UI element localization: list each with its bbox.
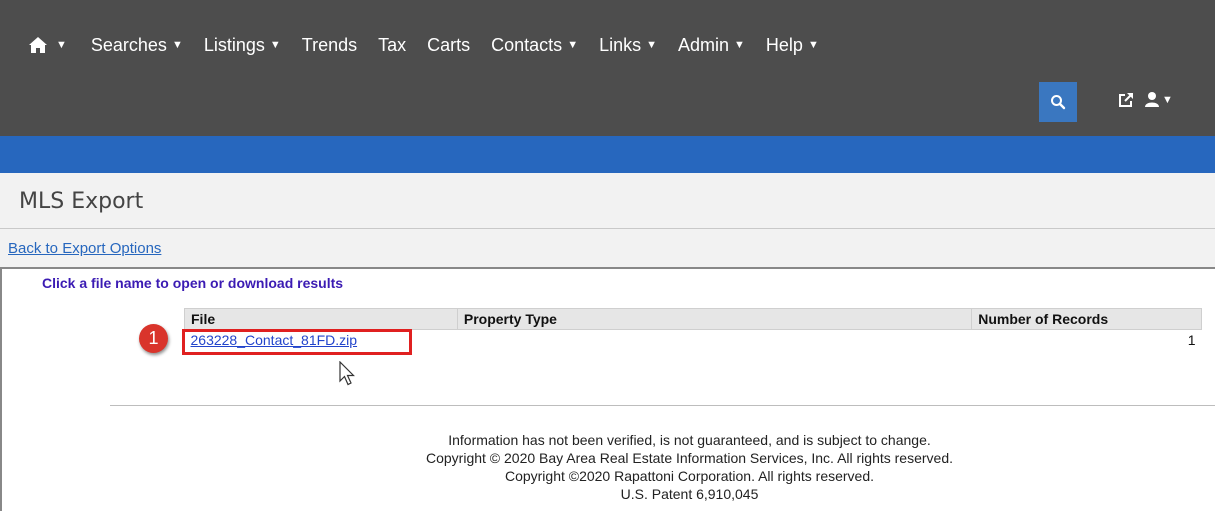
footer-copyright-rapattoni: Copyright ©2020 Rapattoni Corporation. A…: [504, 468, 875, 484]
column-header-records: Number of Records: [971, 308, 1202, 330]
chevron-down-icon: ▼: [734, 39, 745, 51]
nav-contacts-label: Contacts: [491, 34, 563, 55]
user-menu[interactable]: ▼: [1144, 91, 1173, 108]
accent-bar: [0, 136, 1215, 173]
footer-disclaimer: Information has not been verified, is no…: [448, 432, 931, 448]
search-icon: [1051, 95, 1066, 110]
nav-links[interactable]: Links ▼: [599, 35, 657, 56]
footer-divider: [110, 405, 1215, 406]
nav-links-label: Links: [599, 34, 642, 55]
main-nav: ▼ Searches ▼ Listings ▼ Trends Tax Carts C…: [28, 26, 840, 64]
chevron-down-icon: ▼: [56, 39, 67, 51]
column-header-property-type: Property Type: [456, 308, 973, 330]
back-to-export-options-link[interactable]: Back to Export Options: [8, 240, 161, 257]
nav-listings-label: Listings: [203, 34, 265, 55]
home-icon: [29, 37, 47, 53]
nav-tax[interactable]: Tax: [378, 35, 406, 56]
nav-tax-label: Tax: [378, 34, 407, 55]
nav-carts-label: Carts: [427, 34, 471, 55]
page-header: MLS Export: [0, 173, 1215, 229]
nav-admin-label: Admin: [678, 34, 730, 55]
chevron-down-icon: ▼: [269, 39, 281, 51]
footer: Information has not been verified, is no…: [2, 431, 1215, 503]
chevron-down-icon: ▼: [646, 39, 657, 51]
nav-trends[interactable]: Trends: [302, 35, 357, 56]
chevron-down-icon: ▼: [171, 39, 183, 51]
chevron-down-icon: ▼: [1162, 93, 1173, 106]
nav-admin[interactable]: Admin ▼: [678, 35, 745, 56]
nav-searches[interactable]: Searches ▼: [91, 35, 183, 56]
table-header-row: File Property Type Number of Records: [184, 308, 1202, 330]
nav-help[interactable]: Help ▼: [766, 35, 819, 56]
nav-searches-label: Searches: [90, 34, 167, 55]
nav-carts[interactable]: Carts: [427, 35, 470, 56]
nav-trends-label: Trends: [301, 34, 358, 55]
top-navigation-bar: ▼ Searches ▼ Listings ▼ Trends Tax Carts C…: [0, 0, 1215, 136]
external-link-icon: [1119, 93, 1133, 107]
search-button[interactable]: [1039, 82, 1077, 122]
user-icon: [1145, 92, 1159, 107]
nav-contacts[interactable]: Contacts ▼: [491, 35, 578, 56]
footer-patent: U.S. Patent 6,910,045: [620, 486, 759, 502]
column-header-file: File: [184, 308, 458, 330]
export-results: Click a file name to open or download re…: [0, 269, 1215, 511]
step-number: 1: [148, 328, 159, 348]
page-subheader: Back to Export Options: [0, 229, 1215, 269]
instruction-text: Click a file name to open or download re…: [42, 275, 344, 291]
step-badge: 1: [139, 324, 168, 353]
records-cell: 1: [1187, 332, 1196, 348]
mouse-cursor-icon: [339, 361, 355, 386]
chevron-down-icon: ▼: [567, 39, 579, 51]
file-highlight-box: [182, 329, 412, 355]
chevron-down-icon: ▼: [807, 39, 819, 51]
nav-listings[interactable]: Listings ▼: [204, 35, 281, 56]
external-link-button[interactable]: [1118, 92, 1134, 113]
nav-help-label: Help: [765, 34, 803, 55]
footer-copyright-bareis: Copyright © 2020 Bay Area Real Estate In…: [425, 450, 953, 466]
page-title: MLS Export: [19, 189, 144, 214]
home-menu[interactable]: ▼: [28, 36, 67, 54]
property-type-cell: [457, 330, 971, 351]
